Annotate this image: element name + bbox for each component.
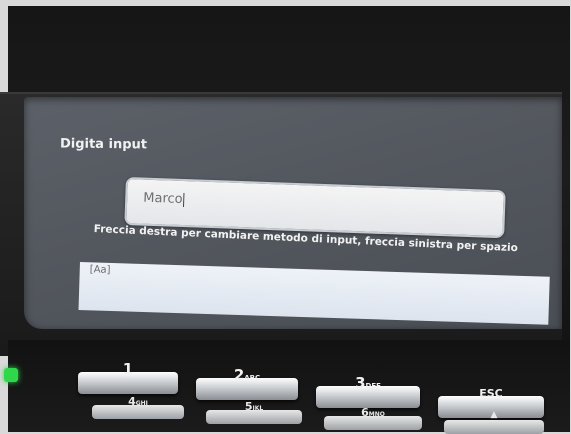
key-1-label: 1: [78, 360, 178, 378]
key-4-label: 4GHI: [92, 395, 184, 408]
input-value: Marco: [143, 190, 183, 207]
status-led-icon: [4, 368, 18, 382]
text-caret: [183, 192, 185, 207]
key-4[interactable]: 4GHI: [92, 395, 184, 419]
key-esc-label: ESC: [479, 387, 503, 400]
key-5-label: 5JKL: [206, 400, 302, 413]
input-mode-label: [Aa]: [89, 264, 111, 276]
key-3-label: 3DEF: [316, 374, 420, 392]
key-3[interactable]: 3DEF: [316, 374, 420, 408]
key-6-letters: MNO: [368, 411, 385, 418]
key-2[interactable]: 2ABC: [196, 366, 298, 400]
input-value-container: Marco: [143, 191, 185, 207]
key-6-label: 6MNO: [324, 406, 422, 419]
key-4-number: 4: [128, 395, 136, 408]
key-2-number: 2: [233, 366, 245, 384]
key-5[interactable]: 5JKL: [206, 400, 302, 424]
key-2-letters: ABC: [244, 374, 261, 382]
key-3-letters: DEF: [365, 382, 381, 390]
up-arrow-icon: ▲: [490, 410, 498, 420]
key-3-number: 3: [355, 374, 366, 392]
key-1[interactable]: 1: [78, 360, 178, 394]
screen-title: Digita input: [59, 136, 148, 153]
key-6[interactable]: 6MNO: [324, 406, 422, 430]
key-6-number: 6: [361, 406, 369, 419]
key-2-label: 2ABC: [196, 366, 298, 384]
key-4-letters: GHI: [135, 400, 148, 407]
key-1-number: 1: [122, 360, 134, 378]
key-5-letters: JKL: [252, 405, 264, 412]
